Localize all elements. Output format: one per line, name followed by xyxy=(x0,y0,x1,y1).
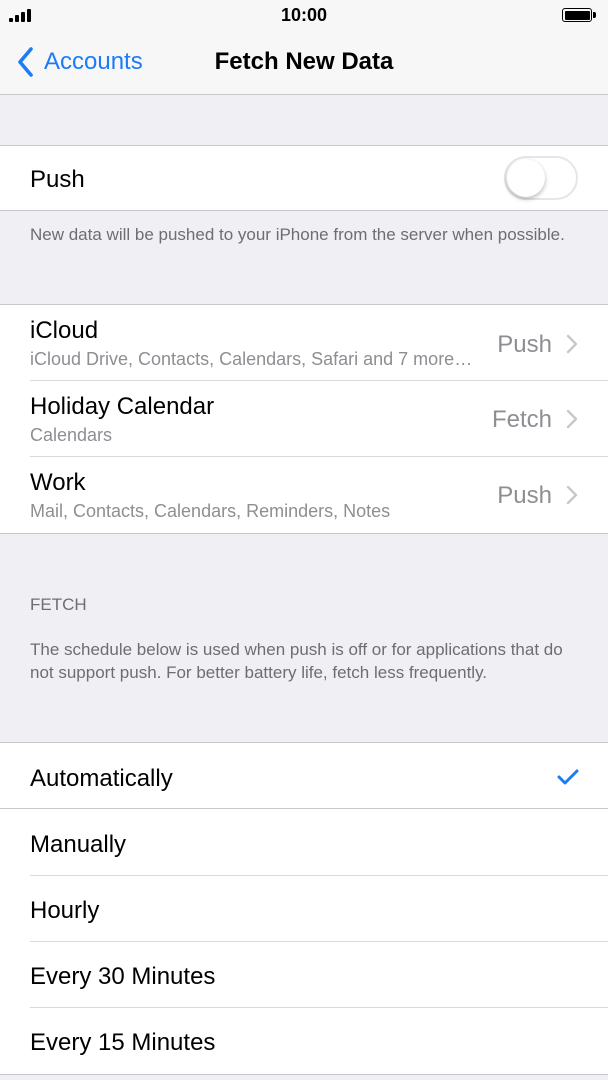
fetch-option-label: Manually xyxy=(30,831,127,858)
fetch-description: The schedule below is used when push is … xyxy=(30,640,563,682)
account-name: Holiday Calendar xyxy=(30,393,215,420)
fetch-section-header: FETCH xyxy=(30,595,87,614)
push-footer: New data will be pushed to your iPhone f… xyxy=(30,225,565,244)
toggle-knob xyxy=(507,159,545,197)
account-status: Push xyxy=(497,331,552,358)
fetch-option-label: Automatically xyxy=(30,765,173,792)
fetch-option-automatically[interactable]: Automatically xyxy=(0,742,608,809)
fetch-option-label: Hourly xyxy=(30,897,100,924)
fetch-option-label: Every 30 Minutes xyxy=(30,963,216,990)
checkmark-icon xyxy=(557,769,579,785)
chevron-right-icon xyxy=(566,485,578,505)
navigation-bar: Accounts Fetch New Data xyxy=(0,32,608,95)
account-details: iCloud Drive, Contacts, Calendars, Safar… xyxy=(30,349,473,369)
push-toggle[interactable] xyxy=(504,156,578,200)
fetch-option-hourly[interactable]: Hourly xyxy=(0,876,608,942)
fetch-option-label: Every 15 Minutes xyxy=(30,1029,216,1056)
chevron-right-icon xyxy=(566,334,578,354)
account-status: Fetch xyxy=(491,406,552,433)
page-title: Fetch New Data xyxy=(214,48,394,75)
fetch-option-every-15-minutes[interactable]: Every 15 Minutes xyxy=(0,1008,608,1075)
account-row-holiday-calendar[interactable]: Holiday Calendar Calendars Fetch xyxy=(0,381,608,457)
status-time: 10:00 xyxy=(280,5,328,25)
account-name: Work xyxy=(30,469,86,496)
account-row-work[interactable]: Work Mail, Contacts, Calendars, Reminder… xyxy=(0,457,608,534)
account-name: iCloud xyxy=(30,317,99,344)
account-details: Mail, Contacts, Calendars, Reminders, No… xyxy=(30,501,391,521)
push-label: Push xyxy=(30,166,85,193)
chevron-right-icon xyxy=(566,409,578,429)
battery-icon xyxy=(562,8,596,22)
status-bar: 10:00 xyxy=(0,0,608,32)
fetch-option-every-30-minutes[interactable]: Every 30 Minutes xyxy=(0,942,608,1008)
push-row: Push xyxy=(0,145,608,211)
account-row-icloud[interactable]: iCloud iCloud Drive, Contacts, Calendars… xyxy=(0,304,608,381)
account-details: Calendars xyxy=(30,425,113,445)
fetch-option-manually[interactable]: Manually xyxy=(0,809,608,876)
account-status: Push xyxy=(497,482,552,509)
